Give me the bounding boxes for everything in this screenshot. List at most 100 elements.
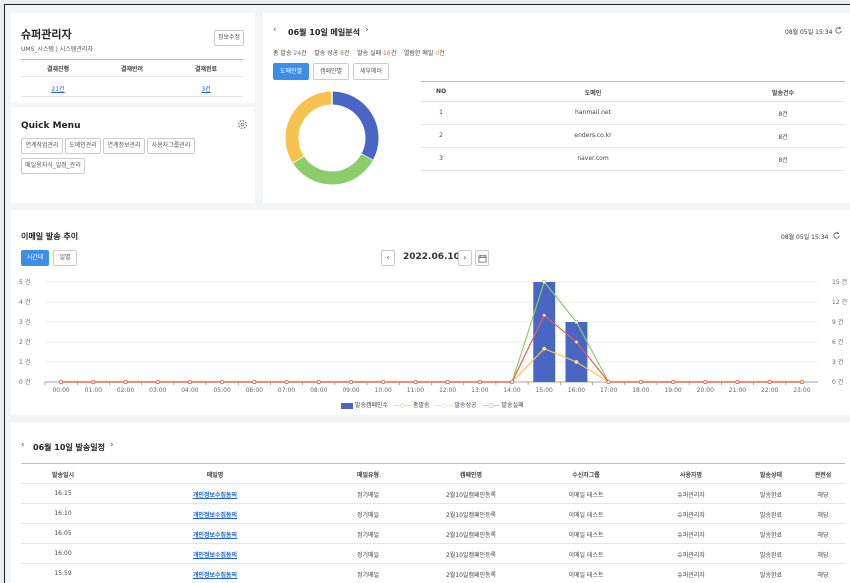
domain-row-border: [421, 147, 845, 148]
point-발송실패: [606, 380, 611, 385]
domain-donut-chart: [285, 91, 379, 185]
schedule-cell: 슈퍼관리자: [677, 492, 705, 499]
right-tick-label: 3 건: [832, 358, 843, 366]
refresh-icon[interactable]: [834, 26, 843, 35]
point-총발송: [574, 320, 579, 325]
point-발송성공: [574, 360, 579, 365]
schedule-mail-link[interactable]: 개인정보수집동의: [105, 510, 325, 519]
x-tick-label: 15:00: [536, 387, 553, 394]
domain-row-domain: hanmail.net: [575, 109, 611, 116]
quick-menu-item-3[interactable]: 사용자그룹관리: [147, 138, 195, 154]
edit-info-button[interactable]: 정보수정: [214, 30, 244, 46]
schedule-cell: 정기메일: [356, 492, 380, 499]
trend-chart: 0 건 1 건 2 건 3 건 4 건 5 건 0 건 3 건 6 건 9 건 12 건 15 건 00…: [19, 278, 847, 394]
right-tick-label: 0 건: [832, 378, 843, 386]
schedule-mail-link[interactable]: 개인정보수집동의: [105, 570, 325, 579]
x-tick-label: 10:00: [375, 387, 392, 394]
domain-row-no: 3: [439, 155, 443, 162]
analysis-date-title: 06월 10일 메일분석: [288, 28, 360, 37]
analysis-next-arrow[interactable]: ›: [365, 25, 369, 35]
schedule-cell: 슈퍼관리자: [677, 572, 705, 579]
point-발송실패: [91, 380, 96, 385]
schedule-cell: 16:00: [54, 550, 72, 557]
stat-open-label: 열람한 메일: [403, 50, 434, 57]
schedule-card: ‹ 06월 10일 발송일정 › 발송일시 메일명 메일유형 캠페인명 수신자그룹 사용자…: [11, 423, 850, 583]
domain-row-count: 8건: [778, 157, 788, 164]
stat-open-unit: 건: [439, 50, 445, 57]
approval-progress-count[interactable]: 21건: [21, 84, 95, 93]
schedule-col-header: 메일유형: [356, 472, 380, 479]
tab-error-detail[interactable]: 세부에러: [353, 63, 389, 80]
schedule-mail-link[interactable]: 개인정보수집동의: [105, 490, 325, 499]
x-tick-label: 20:00: [697, 387, 714, 394]
approval-bottom-border: [21, 96, 243, 97]
point-총발송: [542, 279, 547, 284]
x-tick-label: 21:00: [729, 387, 746, 394]
schedule-row-border: [21, 483, 845, 484]
schedule-col-header: 메일명: [206, 472, 224, 479]
legend-bar-swatch: [341, 402, 353, 409]
quick-menu-item-2[interactable]: 연계정보관리: [103, 138, 145, 154]
stat-fail-label: 발송 실패: [357, 50, 382, 57]
x-tick-label: 08:00: [310, 387, 327, 394]
line-발송성공: [61, 347, 802, 383]
x-tick-label: 14:00: [503, 387, 520, 394]
x-tick-label: 13:00: [471, 387, 488, 394]
admin-card: 슈퍼관리자 UMS_시스템 | 시스템관리자 정보수정 결재진행 결재반려 결재…: [11, 13, 255, 103]
schedule-cell: 정기메일: [356, 532, 380, 539]
tab-campaign[interactable]: 캠페인별: [313, 63, 349, 80]
legend-total-swatch: —○—: [393, 402, 412, 409]
schedule-col-header: 관련성: [814, 472, 832, 479]
left-tick-label: 4 건: [19, 298, 30, 306]
schedule-mail-link[interactable]: 개인정보수집동의: [105, 530, 325, 539]
x-tick-label: 09:00: [342, 387, 359, 394]
x-tick-label: 03:00: [149, 387, 166, 394]
stat-success-label: 발송 성공: [314, 50, 339, 57]
schedule-row-border: [21, 523, 845, 524]
calendar-button[interactable]: [475, 250, 489, 266]
x-tick-label: 02:00: [117, 387, 134, 394]
trend-card: 이메일 발송 추이 08월 05일 15:34 시간대 일별 ‹ 2022.06…: [11, 210, 850, 415]
schedule-next-arrow[interactable]: ›: [110, 440, 114, 450]
point-발송실패: [413, 380, 418, 385]
schedule-row-border: [21, 503, 845, 504]
schedule-row-border: [21, 563, 845, 564]
point-발송실패: [252, 380, 257, 385]
tab-domain[interactable]: 도메인별: [273, 63, 309, 80]
point-발송실패: [284, 380, 289, 385]
date-prev-button[interactable]: ‹: [381, 250, 395, 266]
refresh-icon[interactable]: [832, 231, 841, 240]
tab-daily[interactable]: 일별: [53, 250, 77, 266]
schedule-mail-link[interactable]: 개인정보수집동의: [105, 550, 325, 559]
stat-fail-value: 16: [383, 50, 391, 57]
schedule-col-header: 캠페인명: [459, 472, 483, 479]
chart-legend: 발송캠페인수 —○— 총발송 —○— 발송성공 —○— 발송실패: [341, 400, 524, 409]
schedule-prev-arrow[interactable]: ‹: [21, 440, 25, 450]
x-tick-label: 16:00: [568, 387, 585, 394]
schedule-cell: 이메일 테스트: [568, 492, 604, 499]
schedule-col-header: 발송상태: [759, 472, 783, 479]
domain-row-border: [421, 170, 845, 171]
x-tick-label: 17:00: [600, 387, 617, 394]
x-tick-label: 18:00: [632, 387, 649, 394]
point-발송실패: [187, 380, 192, 385]
gear-icon[interactable]: [237, 119, 248, 130]
quick-menu-item-0[interactable]: 연계작업관리: [21, 138, 63, 154]
analysis-prev-arrow[interactable]: ‹: [273, 25, 277, 35]
quick-menu-item-1[interactable]: 도메인관리: [65, 138, 101, 154]
tab-hourly[interactable]: 시간대: [21, 250, 49, 266]
date-next-button[interactable]: ›: [458, 250, 472, 266]
point-발송실패: [799, 380, 804, 385]
quick-menu-item-4[interactable]: 메일용지식_일정_관리: [21, 158, 85, 174]
left-tick-label: 0 건: [19, 378, 30, 386]
domain-row-no: 1: [439, 109, 443, 116]
schedule-cell: 2월10일캠페인등록: [445, 532, 497, 539]
legend-fail-swatch: —○—: [482, 402, 500, 409]
schedule-title: 06월 10일 발송일정: [33, 443, 105, 452]
analysis-timestamp: 08월 05일 15:34: [785, 29, 833, 36]
domain-col-count: 발송건수: [771, 90, 795, 97]
x-tick-label: 05:00: [213, 387, 230, 394]
legend-fail: 발송실패: [501, 402, 524, 409]
point-발송성공: [542, 346, 547, 351]
approval-complete-count[interactable]: 3건: [169, 84, 243, 93]
